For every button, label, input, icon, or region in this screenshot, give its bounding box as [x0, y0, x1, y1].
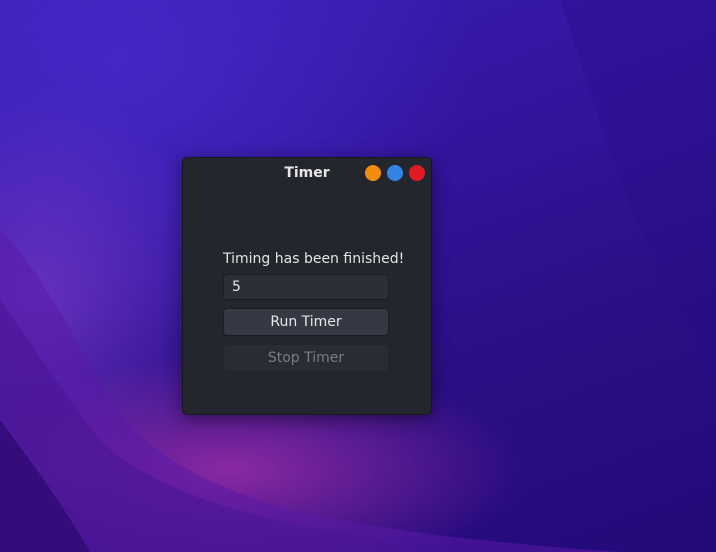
- status-label: Timing has been finished!: [223, 251, 405, 267]
- titlebar[interactable]: Timer: [183, 158, 431, 188]
- maximize-button[interactable]: [387, 165, 403, 181]
- run-timer-button[interactable]: Run Timer: [223, 308, 389, 336]
- timer-content: Timing has been finished! Run Timer Stop…: [223, 250, 405, 372]
- timer-window: Timer Timing has been finished! Run Time…: [182, 157, 432, 415]
- close-button[interactable]: [409, 165, 425, 181]
- minimize-button[interactable]: [365, 165, 381, 181]
- stop-timer-button[interactable]: Stop Timer: [223, 344, 389, 372]
- seconds-input[interactable]: [223, 274, 389, 300]
